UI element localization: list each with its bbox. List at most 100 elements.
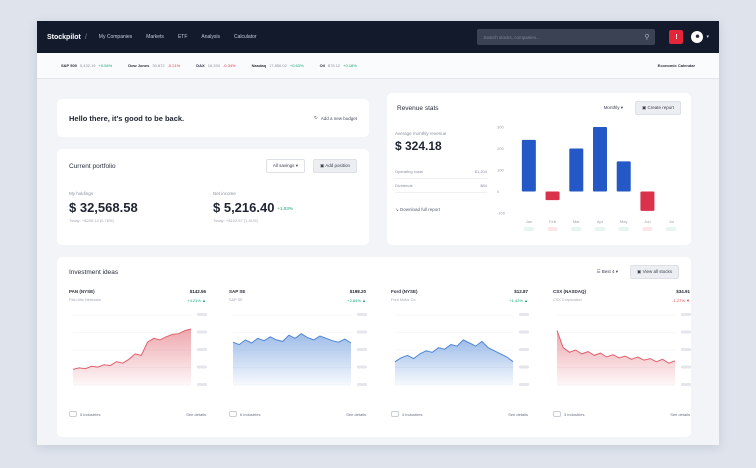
- stock-card[interactable]: SAP SE $198.20 SAP SE +2.84% ▲ 6 industr…: [229, 289, 374, 419]
- x-tick-label: Jul: [669, 219, 674, 224]
- nav-item-markets[interactable]: Markets: [146, 34, 164, 40]
- portfolio-card: Current portfolio All savings ▾ ▣ Add po…: [57, 149, 369, 245]
- brand-logo[interactable]: Stockpilot: [47, 34, 81, 41]
- create-report-label: Create report: [647, 105, 674, 110]
- y-tick-placeholder: [197, 365, 207, 369]
- y-tick-placeholder: [197, 313, 207, 316]
- ticker-item[interactable]: S&P 500 5,432.19 +0.54%: [61, 63, 112, 68]
- bar[interactable]: [593, 127, 607, 192]
- bar[interactable]: [521, 139, 536, 192]
- change-chip: [595, 227, 605, 231]
- stock-change: +4.21% ▲: [187, 298, 206, 303]
- refresh-icon: ↻: [313, 115, 318, 120]
- revenue-title: Revenue stats: [397, 104, 439, 112]
- stock-details-link[interactable]: See details: [508, 412, 528, 417]
- ticker-item[interactable]: Dow Jones 39,872 -0.21%: [128, 63, 180, 68]
- y-tick-placeholder: [357, 383, 367, 386]
- y-tick-placeholder: [357, 348, 367, 351]
- stock-card[interactable]: Ford (NYSE) $12.87 Ford Motor Co. +1.42%…: [391, 289, 536, 419]
- view-all-stocks-button[interactable]: ▣ View all stocks: [630, 265, 679, 279]
- stock-toggle[interactable]: 4 industries: [391, 411, 422, 417]
- stock-card[interactable]: PAN (NYSE) $142.56 Palo Alto Networks +4…: [69, 289, 214, 419]
- ticker-item[interactable]: DAX 18,330 -0.34%: [196, 63, 235, 68]
- ideas-filter-select[interactable]: ☰ Best 4 ▾: [590, 266, 625, 278]
- y-tick-label: 0: [497, 189, 500, 194]
- stock-sparkline: [72, 313, 207, 386]
- ticker-change: +0.54%: [98, 63, 113, 68]
- nav-item-etf[interactable]: ETF: [178, 34, 187, 40]
- nav-item-companies[interactable]: My Companies: [99, 34, 132, 40]
- search-input[interactable]: Search stocks, companies... ⚲: [477, 29, 656, 45]
- income-sub: Today: +$102.57 (1.81%): [213, 218, 258, 223]
- stock-details-link[interactable]: See details: [670, 412, 690, 417]
- ticker-value: $78.12: [327, 63, 341, 68]
- bar[interactable]: [616, 161, 631, 192]
- stock-price: $142.56: [189, 289, 206, 294]
- stock-card[interactable]: CSX (NASDAQ) $34.91 CSX Corporation -1.2…: [553, 289, 698, 419]
- economic-calendar-link[interactable]: Economic Calendar: [658, 63, 695, 68]
- ticker-symbol: Oil: [319, 63, 325, 68]
- revenue-row-key: Dividends: [395, 183, 413, 188]
- greeting-text: Hello there, it's good to be back.: [69, 113, 185, 123]
- stock-toggle[interactable]: 6 industries: [229, 411, 260, 417]
- add-position-button[interactable]: ▣ Add position: [312, 159, 357, 173]
- chevron-down-icon[interactable]: ▾: [706, 34, 709, 40]
- y-tick-placeholder: [681, 313, 691, 316]
- revenue-period-label: Monthly: [603, 105, 620, 110]
- income-gain-badge: +1.93%: [277, 206, 293, 212]
- holdings-block: My holdings $ 32,568.58 Today: +$245.14 …: [69, 191, 213, 223]
- y-tick-placeholder: [357, 365, 367, 369]
- ticker-item[interactable]: Oil $78.12 +0.18%: [320, 63, 357, 68]
- y-tick-placeholder: [681, 383, 691, 386]
- toggle-icon: [69, 411, 77, 417]
- ticker-change: -0.21%: [167, 63, 181, 68]
- nav-item-calculator[interactable]: Calculator: [234, 34, 257, 40]
- portfolio-filter-label: All savings: [272, 163, 295, 168]
- main-nav: My Companies Markets ETF Analysis Calcul…: [99, 34, 257, 40]
- ticker-change: +0.63%: [289, 63, 304, 68]
- nav-item-analysis[interactable]: Analysis: [201, 34, 220, 40]
- stock-change: +1.42% ▲: [509, 298, 528, 303]
- top-navigation: Stockpilot / My Companies Markets ETF An…: [37, 21, 719, 53]
- stock-price: $12.87: [514, 289, 528, 294]
- y-tick-placeholder: [519, 313, 529, 316]
- bar[interactable]: [545, 191, 560, 201]
- income-block: Net income $ 5,216.40 +1.93% Today: +$102…: [213, 191, 357, 223]
- alert-button[interactable]: !: [669, 30, 684, 44]
- y-tick-label: 100: [497, 168, 504, 173]
- revenue-period-select[interactable]: Monthly ▾: [597, 102, 629, 114]
- y-tick-placeholder: [519, 330, 529, 334]
- stock-sparkline: [232, 313, 367, 386]
- change-chip: [618, 227, 629, 231]
- stock-toggle-label: 6 industries: [240, 411, 261, 417]
- ticker-symbol: Nasdaq: [251, 63, 267, 68]
- stock-details-link[interactable]: See details: [186, 412, 206, 417]
- stock-toggle[interactable]: 5 industries: [69, 411, 100, 417]
- bar[interactable]: [640, 191, 655, 211]
- bar[interactable]: [569, 148, 584, 192]
- add-budget-link[interactable]: ↻ Add a new budget: [314, 115, 357, 121]
- view-all-label: View all stocks: [642, 269, 672, 274]
- y-tick-placeholder: [681, 330, 691, 334]
- portfolio-filter-select[interactable]: All savings ▾: [265, 159, 305, 173]
- ticker-value: 17,856.02: [269, 63, 287, 68]
- stock-toggle[interactable]: 3 industries: [553, 411, 584, 417]
- y-tick-placeholder: [357, 313, 367, 316]
- ticker-item[interactable]: Nasdaq 17,856.02 +0.63%: [252, 63, 304, 68]
- ticker-value: 5,432.19: [79, 63, 96, 68]
- y-tick-placeholder: [681, 348, 691, 351]
- app-window: Stockpilot / My Companies Markets ETF An…: [37, 21, 719, 445]
- income-value: $ 5,216.40: [213, 200, 275, 215]
- ticker-value: 18,330: [207, 63, 220, 68]
- download-report-link[interactable]: ↘ Download full report: [395, 207, 487, 213]
- search-placeholder: Search stocks, companies...: [483, 34, 540, 40]
- sparkline-area: [557, 330, 675, 385]
- change-chip: [571, 227, 582, 231]
- x-tick-label: Apr: [597, 219, 604, 224]
- create-report-button[interactable]: ▣ Create report: [634, 101, 681, 115]
- avatar[interactable]: ☻: [691, 31, 704, 43]
- stock-details-link[interactable]: See details: [346, 412, 366, 417]
- holdings-label: My holdings: [69, 191, 94, 196]
- ideas-title: Investment ideas: [69, 268, 119, 276]
- revenue-row-value: $1,204: [474, 169, 487, 174]
